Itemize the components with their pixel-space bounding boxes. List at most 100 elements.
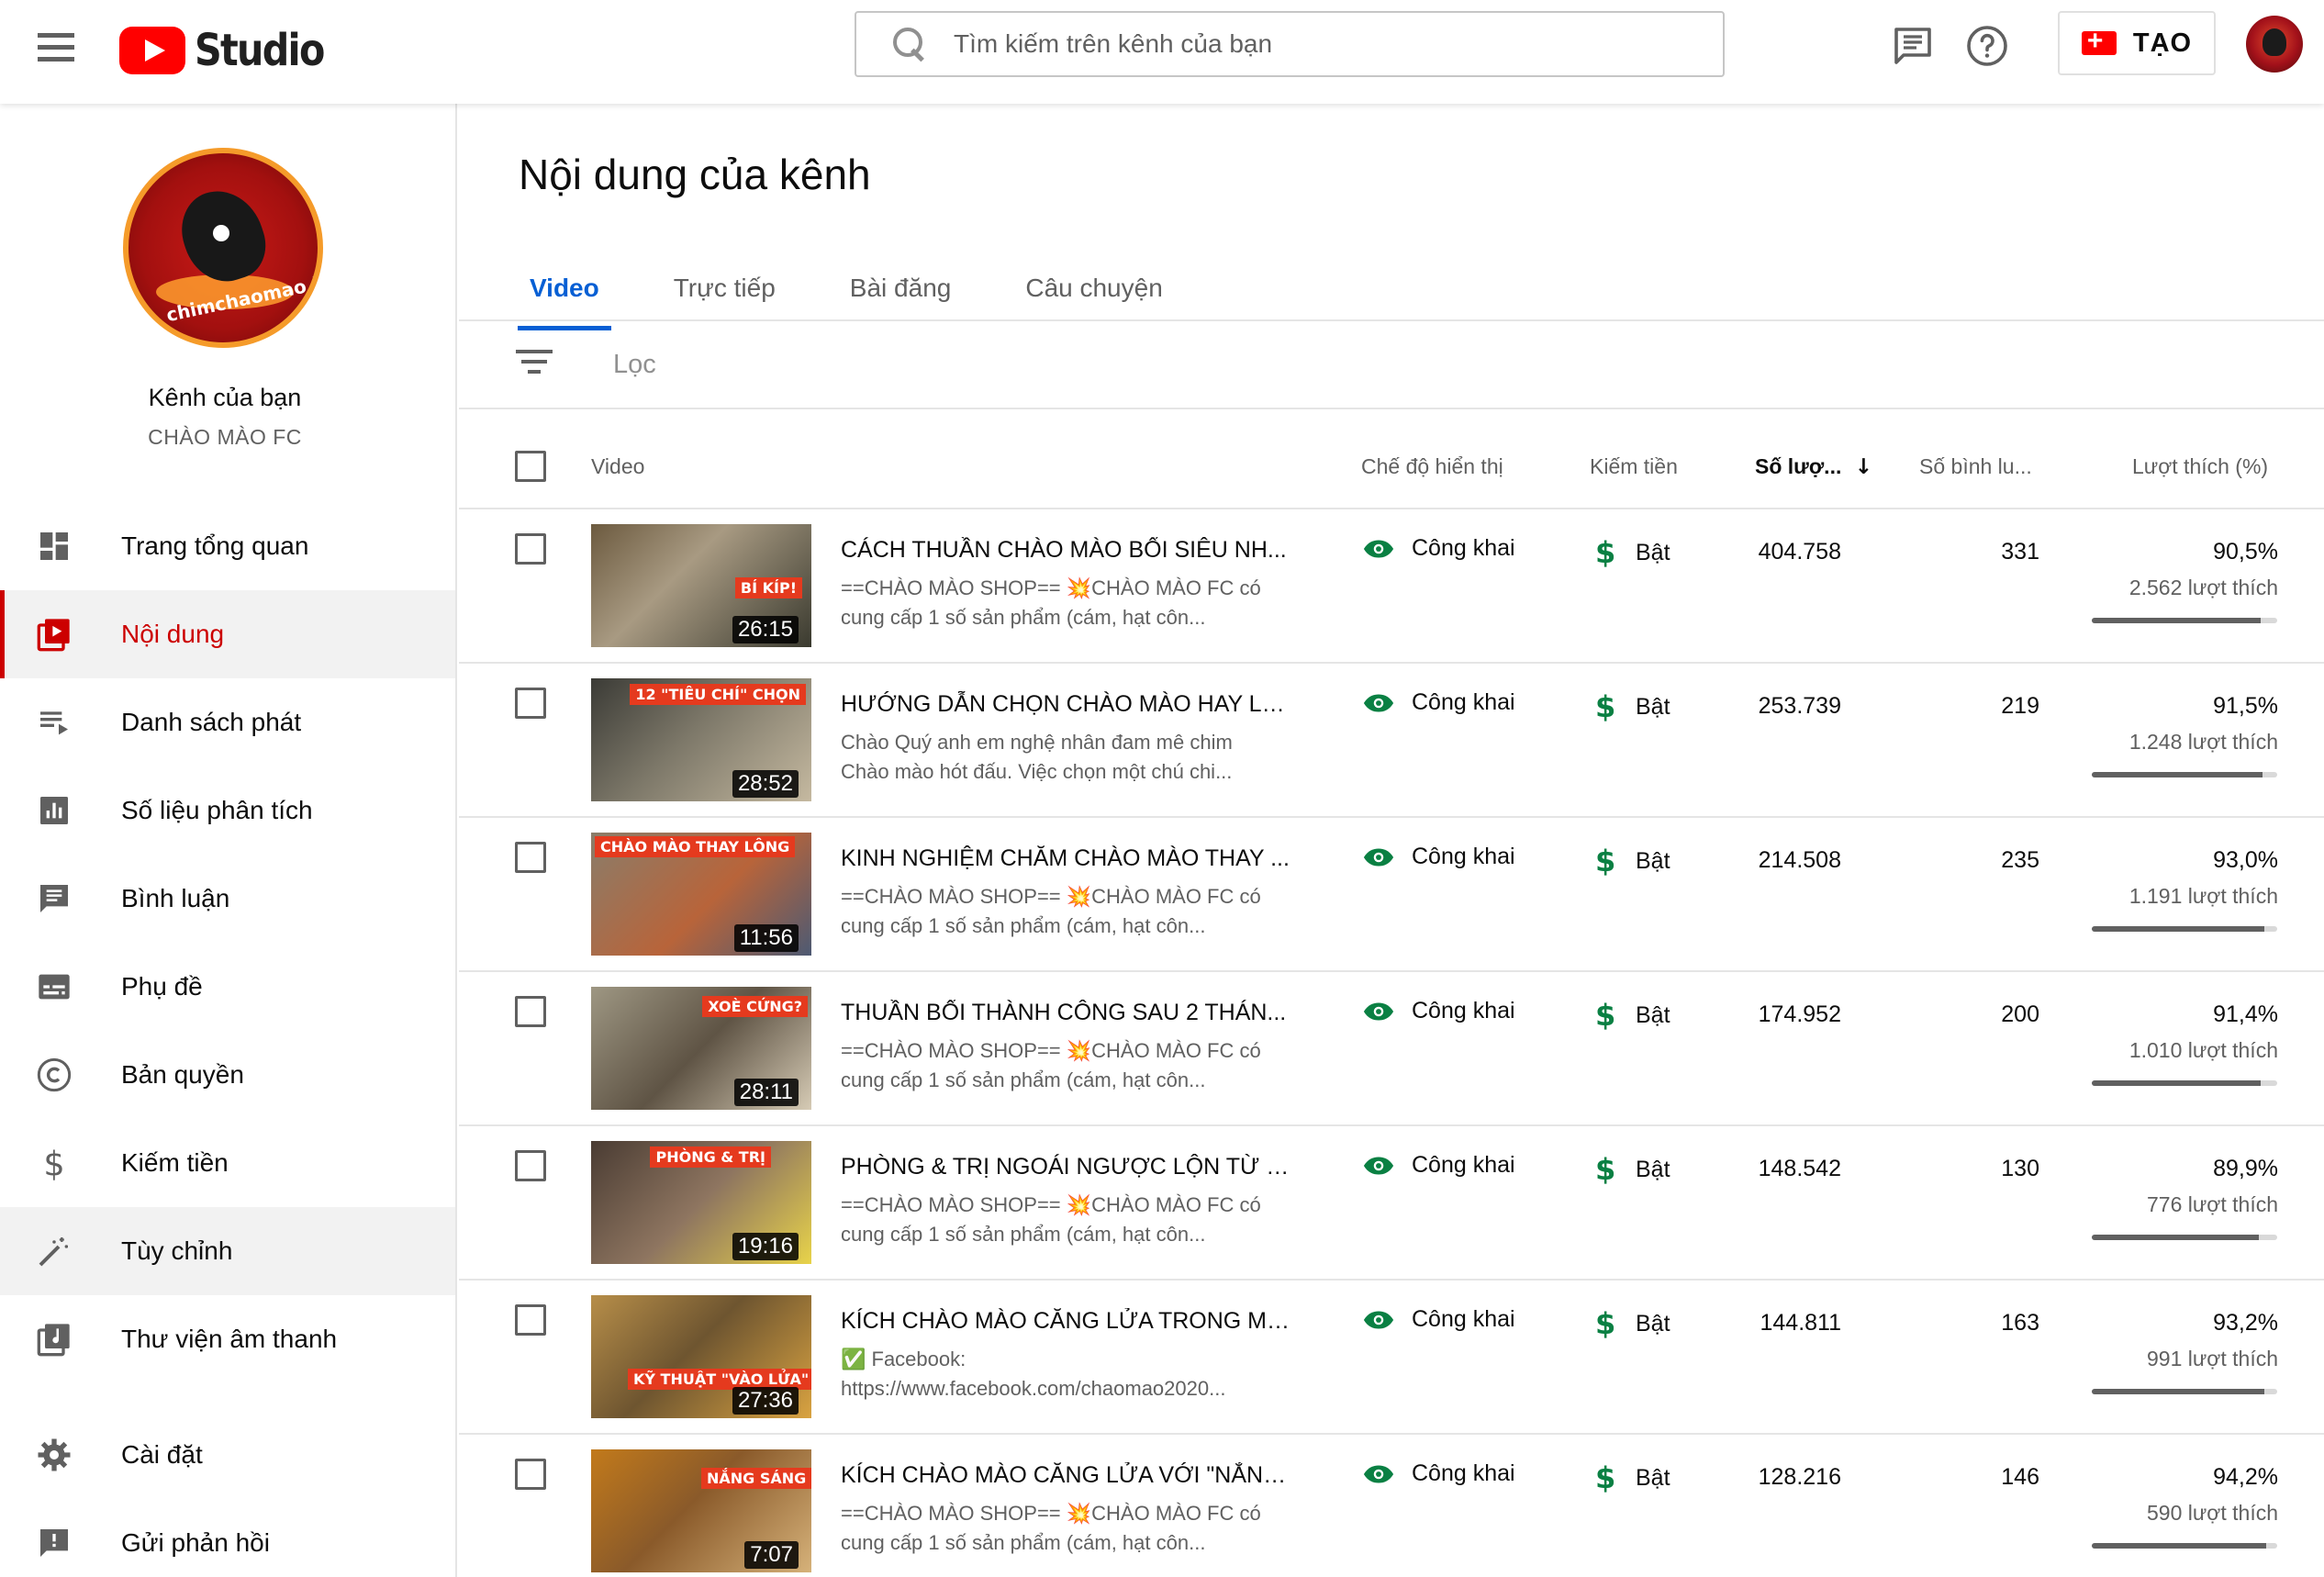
likes-percent: 90,5% [2213, 539, 2278, 565]
sidebar-item-settings[interactable]: Cài đặt [0, 1411, 455, 1499]
video-thumbnail[interactable]: NẮNG SÁNG vs NẮNG CHIỀU 7:07 [591, 1449, 811, 1572]
sidebar-item-label: Cài đặt [121, 1440, 203, 1469]
visibility-status[interactable]: Công khai [1362, 689, 1515, 716]
sidebar-item-subtitles[interactable]: Phụ đề [0, 943, 455, 1031]
video-title[interactable]: CÁCH THUẦN CHÀO MÀO BỔI SIÊU NH... [841, 537, 1290, 564]
row-checkbox[interactable] [515, 1150, 546, 1181]
video-description: Chào Quý anh em nghệ nhân đam mê chim Ch… [841, 728, 1290, 787]
table-row[interactable]: XOÈ CỨNG? 28:11 THUẦN BỔI THÀNH CÔNG SAU… [459, 970, 2324, 1124]
likes-count: 590 lượt thích [2147, 1501, 2278, 1525]
sidebar-item-comments[interactable]: Bình luận [0, 855, 455, 943]
likes-count: 1.248 lượt thích [2128, 730, 2278, 754]
video-thumbnail[interactable]: XOÈ CỨNG? 28:11 [591, 987, 811, 1110]
visibility-status[interactable]: Công khai [1362, 1152, 1515, 1179]
sidebar-item-audio-library[interactable]: Thư viện âm thanh [0, 1295, 455, 1383]
dollar-icon: $ [1595, 1152, 1616, 1187]
video-title[interactable]: KÍCH CHÀO MÀO CĂNG LỬA TRONG MỘ... [841, 1308, 1290, 1335]
table-row[interactable]: KỸ THUẬT "VÀO LỬA" 27:36 KÍCH CHÀO MÀO C… [459, 1279, 2324, 1433]
views-count: 174.952 [1758, 1001, 1841, 1027]
row-checkbox[interactable] [515, 533, 546, 565]
video-title[interactable]: THUẦN BỔI THÀNH CÔNG SAU 2 THÁN... [841, 1000, 1290, 1026]
visibility-status[interactable]: Công khai [1362, 844, 1515, 870]
video-title[interactable]: KÍCH CHÀO MÀO CĂNG LỬA VỚI "NẮNG... [841, 1462, 1290, 1489]
col-views[interactable]: Số lượ... ↓ [1755, 454, 1872, 479]
sidebar-item-send-feedback[interactable]: Gửi phản hồi [0, 1499, 455, 1577]
channel-avatar[interactable]: chimchaomao.info [123, 148, 323, 348]
filter-input[interactable]: Lọc [613, 350, 656, 380]
sidebar-item-dashboard[interactable]: Trang tổng quan [0, 502, 455, 590]
send-feedback-icon [40, 1529, 68, 1557]
monetization-status[interactable]: $ Bật [1595, 535, 1670, 570]
monetization-label: Bật [1636, 1001, 1670, 1028]
likes-count: 2.562 lượt thích [2128, 576, 2278, 599]
select-all-checkbox[interactable] [515, 451, 546, 482]
col-likes[interactable]: Lượt thích (%) [2132, 454, 2268, 479]
sidebar-item-playlists[interactable]: Danh sách phát [0, 678, 455, 766]
table-row[interactable]: 12 "TIÊU CHÍ" CHỌN 28:52 HƯỚNG DẪN CHỌN … [459, 662, 2324, 816]
monetization-status[interactable]: $ Bật [1595, 1152, 1670, 1187]
likes-bar-fill [2092, 926, 2264, 932]
col-monetization[interactable]: Kiếm tiền [1590, 454, 1678, 479]
copyright-icon [37, 1057, 72, 1092]
visibility-status[interactable]: Công khai [1362, 535, 1515, 562]
col-comments[interactable]: Số bình lu... [1919, 454, 2032, 479]
sidebar-item-content[interactable]: Nội dung [0, 590, 455, 678]
search-input[interactable] [954, 29, 1688, 59]
video-description: ✅ Facebook: https://www.facebook.com/cha… [841, 1345, 1290, 1404]
video-thumbnail[interactable]: BÍ KÍP! 26:15 [591, 524, 811, 647]
table-row[interactable]: BÍ KÍP! 26:15 CÁCH THUẦN CHÀO MÀO BỔI SI… [459, 508, 2324, 662]
views-count: 404.758 [1758, 539, 1841, 565]
visibility-status[interactable]: Công khai [1362, 998, 1515, 1024]
sidebar-item-label: Kiếm tiền [121, 1148, 229, 1177]
table-row[interactable]: NẮNG SÁNG vs NẮNG CHIỀU 7:07 KÍCH CHÀO M… [459, 1433, 2324, 1577]
video-thumbnail[interactable]: KỸ THUẬT "VÀO LỬA" 27:36 [591, 1295, 811, 1418]
sidebar-item-monetization[interactable]: $ Kiếm tiền [0, 1119, 455, 1207]
monetization-status[interactable]: $ Bật [1595, 998, 1670, 1033]
row-checkbox[interactable] [515, 688, 546, 719]
video-description-line: ==CHÀO MÀO SHOP== 💥CHÀO MÀO FC có [841, 1502, 1261, 1525]
monetization-status[interactable]: $ Bật [1595, 1460, 1670, 1495]
video-thumbnail[interactable]: CHÀO MÀO THAY LÔNG 11:56 [591, 833, 811, 956]
help-icon[interactable] [1965, 24, 2009, 68]
sidebar-item-customization[interactable]: Tùy chỉnh [0, 1207, 455, 1295]
menu-icon[interactable] [35, 33, 77, 70]
dashboard-icon [40, 532, 68, 560]
sidebar-item-copyright[interactable]: Bản quyền [0, 1031, 455, 1119]
video-title[interactable]: PHÒNG & TRỊ NGOÁI NGƯỢC LỘN TỪ 2 ... [841, 1154, 1290, 1180]
visibility-status[interactable]: Công khai [1362, 1306, 1515, 1333]
video-title[interactable]: KINH NGHIỆM CHĂM CHÀO MÀO THAY ... [841, 845, 1290, 872]
visibility-status[interactable]: Công khai [1362, 1460, 1515, 1487]
video-duration: 7:07 [744, 1541, 799, 1569]
video-thumbnail[interactable]: 12 "TIÊU CHÍ" CHỌN 28:52 [591, 678, 811, 801]
tabs-divider [459, 319, 2324, 321]
monetization-status[interactable]: $ Bật [1595, 689, 1670, 724]
monetization-status[interactable]: $ Bật [1595, 1306, 1670, 1341]
row-checkbox[interactable] [515, 1304, 546, 1336]
sort-arrow-down-icon: ↓ [1854, 455, 1873, 479]
sidebar-item-label: Tùy chỉnh [121, 1236, 233, 1265]
sidebar-item-analytics[interactable]: Số liệu phân tích [0, 766, 455, 855]
sidebar-item-label: Bình luận [121, 884, 230, 912]
video-duration: 11:56 [733, 924, 799, 952]
col-visibility[interactable]: Chế độ hiển thị [1361, 454, 1503, 479]
video-title[interactable]: HƯỚNG DẪN CHỌN CHÀO MÀO HAY LU... [841, 691, 1290, 718]
channel-title: Kênh của bạn [148, 384, 302, 411]
views-count: 253.739 [1758, 693, 1841, 719]
create-button[interactable]: TẠO [2058, 11, 2216, 75]
table-row[interactable]: CHÀO MÀO THAY LÔNG 11:56 KINH NGHIỆM CHĂ… [459, 816, 2324, 970]
eye-icon [1363, 847, 1394, 867]
row-checkbox[interactable] [515, 1459, 546, 1490]
studio-logo[interactable]: Studio [119, 20, 344, 81]
video-thumbnail[interactable]: PHÒNG & TRỊ 19:16 [591, 1141, 811, 1264]
filter-icon[interactable] [516, 350, 553, 377]
monetization-status[interactable]: $ Bật [1595, 844, 1670, 878]
row-checkbox[interactable] [515, 842, 546, 873]
row-checkbox[interactable] [515, 996, 546, 1027]
sidebar-item-label: Gửi phản hồi [121, 1528, 270, 1557]
feedback-icon[interactable] [1891, 24, 1935, 68]
likes-bar-fill [2092, 772, 2263, 777]
svg-text:$: $ [43, 1145, 64, 1181]
account-avatar[interactable] [2246, 16, 2303, 73]
search-box[interactable] [855, 11, 1725, 77]
table-row[interactable]: PHÒNG & TRỊ 19:16 PHÒNG & TRỊ NGOÁI NGƯỢ… [459, 1124, 2324, 1279]
